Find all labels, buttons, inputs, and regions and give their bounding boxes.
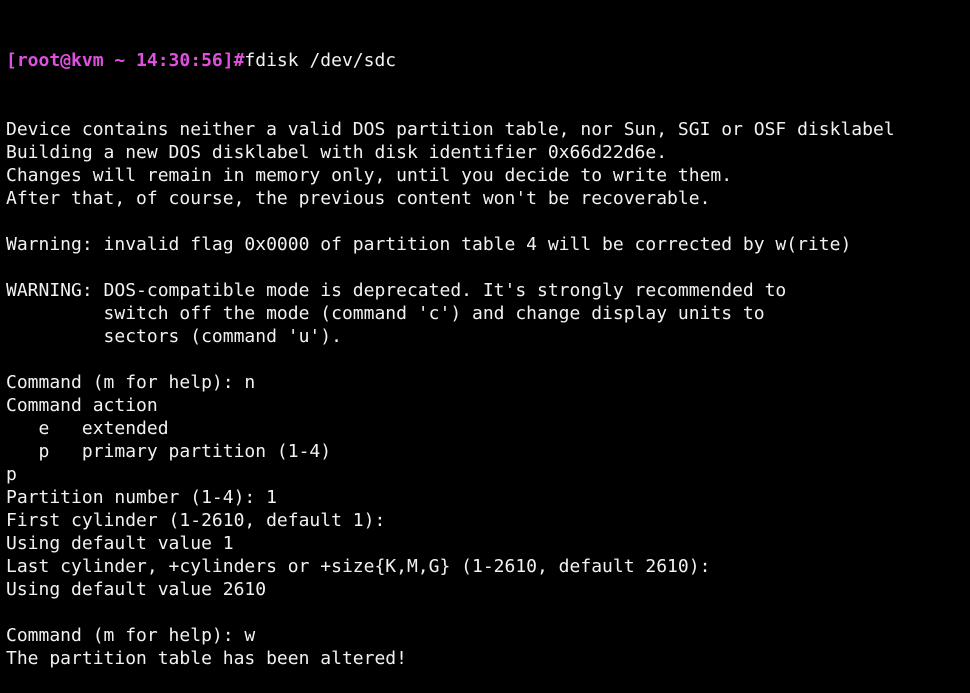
terminal-output[interactable]: [root@kvm ~ 14:30:56]#fdisk /dev/sdc Dev… bbox=[6, 3, 895, 693]
prompt-line: [root@kvm ~ 14:30:56]#fdisk /dev/sdc bbox=[6, 49, 895, 72]
output-line: The partition table has been altered! bbox=[6, 648, 407, 669]
command-text: fdisk /dev/sdc bbox=[244, 50, 397, 71]
output-line: Device contains neither a valid DOS part… bbox=[6, 119, 895, 140]
output-line: Command (m for help): n bbox=[6, 372, 256, 393]
output-line: After that, of course, the previous cont… bbox=[6, 188, 711, 209]
output-line: Warning: invalid flag 0x0000 of partitio… bbox=[6, 234, 852, 255]
output-line: Last cylinder, +cylinders or +size{K,M,G… bbox=[6, 556, 711, 577]
output-line: WARNING: DOS-compatible mode is deprecat… bbox=[6, 280, 787, 301]
output-line: Using default value 2610 bbox=[6, 579, 267, 600]
shell-prompt: [root@kvm ~ 14:30:56]# bbox=[6, 50, 245, 71]
output-line: sectors (command 'u'). bbox=[6, 326, 342, 347]
output-line: First cylinder (1-2610, default 1): bbox=[6, 510, 386, 531]
output-line: Changes will remain in memory only, unti… bbox=[6, 165, 733, 186]
output-line: e extended bbox=[6, 418, 169, 439]
output-line: Command action bbox=[6, 395, 158, 416]
output-line: p bbox=[6, 464, 17, 485]
output-line: Command (m for help): w bbox=[6, 625, 256, 646]
output-line: p primary partition (1-4) bbox=[6, 441, 332, 462]
output-line: Partition number (1-4): 1 bbox=[6, 487, 277, 508]
output-line: Building a new DOS disklabel with disk i… bbox=[6, 142, 668, 163]
output-line: switch off the mode (command 'c') and ch… bbox=[6, 303, 765, 324]
output-line: Using default value 1 bbox=[6, 533, 234, 554]
